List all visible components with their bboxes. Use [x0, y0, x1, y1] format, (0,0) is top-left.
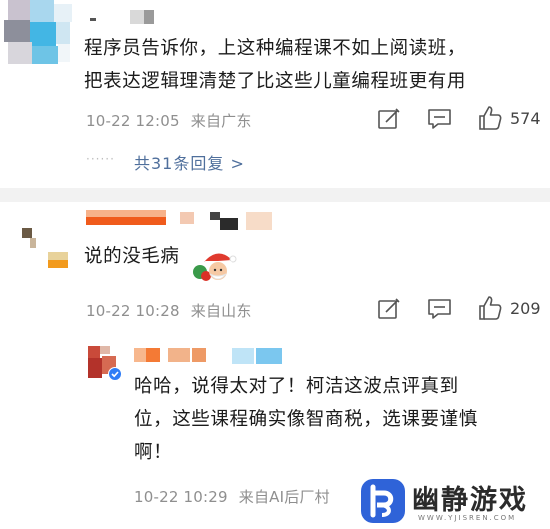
avatar[interactable] — [22, 228, 74, 272]
edit-icon[interactable] — [376, 296, 402, 322]
like-button[interactable]: 209 — [476, 294, 546, 322]
comment-1-line-1: 程序员告诉你，上这种编程课不如上阅读班， — [84, 38, 467, 59]
divider — [0, 188, 550, 202]
brand-url: WWW.YJISREN.COM — [418, 514, 517, 522]
comment-1-location: 来自广东 — [190, 112, 252, 130]
comment-icon[interactable] — [426, 106, 454, 132]
emoji-santa-icon — [190, 248, 242, 284]
like-icon — [476, 104, 504, 132]
comment-2-location: 来自山东 — [190, 302, 252, 320]
reply-location: 来自AI后厂村 — [238, 488, 330, 506]
avatar[interactable] — [0, 0, 78, 74]
reply-line-3: 啊！ — [134, 442, 173, 463]
reply-line-1: 哈哈，说得太对了！柯洁这波点评真到 — [134, 376, 459, 397]
comment-2-timestamp: 10-22 10:28 — [86, 302, 180, 320]
comment-1-line-2: 把表达逻辑理清楚了比这些儿童编程班更有用 — [84, 71, 467, 92]
comment-2-text: 说的没毛病 — [84, 246, 180, 267]
comment-1-timestamp: 10-22 12:05 — [86, 112, 180, 130]
like-button[interactable]: 574 — [476, 104, 546, 132]
comment-1-text: 程序员告诉你，上这种编程课不如上阅读班， 把表达逻辑理清楚了比这些儿童编程班更有… — [84, 32, 544, 98]
more-replies-link[interactable]: 共31条回复 > — [134, 150, 245, 174]
reply-text: 哈哈，说得太对了！柯洁这波点评真到 位，这些课程确实像智商税，选课要谨慎 啊！ — [134, 370, 544, 469]
reply-meta: 10-22 10:29 来自AI后厂村 — [134, 486, 330, 507]
watermark: 幽静游戏 WWW.YJISREN.COM — [360, 474, 548, 528]
replies-dots: ······ — [86, 152, 115, 166]
comment-2-meta: 10-22 10:28 来自山东 — [86, 300, 252, 321]
username-redacted[interactable] — [86, 210, 286, 232]
like-count: 574 — [510, 109, 541, 128]
brand-name: 幽静游戏 — [412, 485, 528, 516]
reply-line-2: 位，这些课程确实像智商税，选课要谨慎 — [134, 409, 478, 430]
comment-icon[interactable] — [426, 296, 454, 322]
username-redacted[interactable] — [134, 346, 294, 368]
comment-1-meta: 10-22 12:05 来自广东 — [86, 110, 252, 131]
reply-timestamp: 10-22 10:29 — [134, 488, 228, 506]
like-icon — [476, 294, 504, 322]
username-redacted[interactable] — [84, 6, 174, 28]
edit-icon[interactable] — [376, 106, 402, 132]
like-count: 209 — [510, 299, 541, 318]
brand-logo-icon — [360, 478, 406, 524]
verified-badge-icon — [108, 366, 122, 381]
